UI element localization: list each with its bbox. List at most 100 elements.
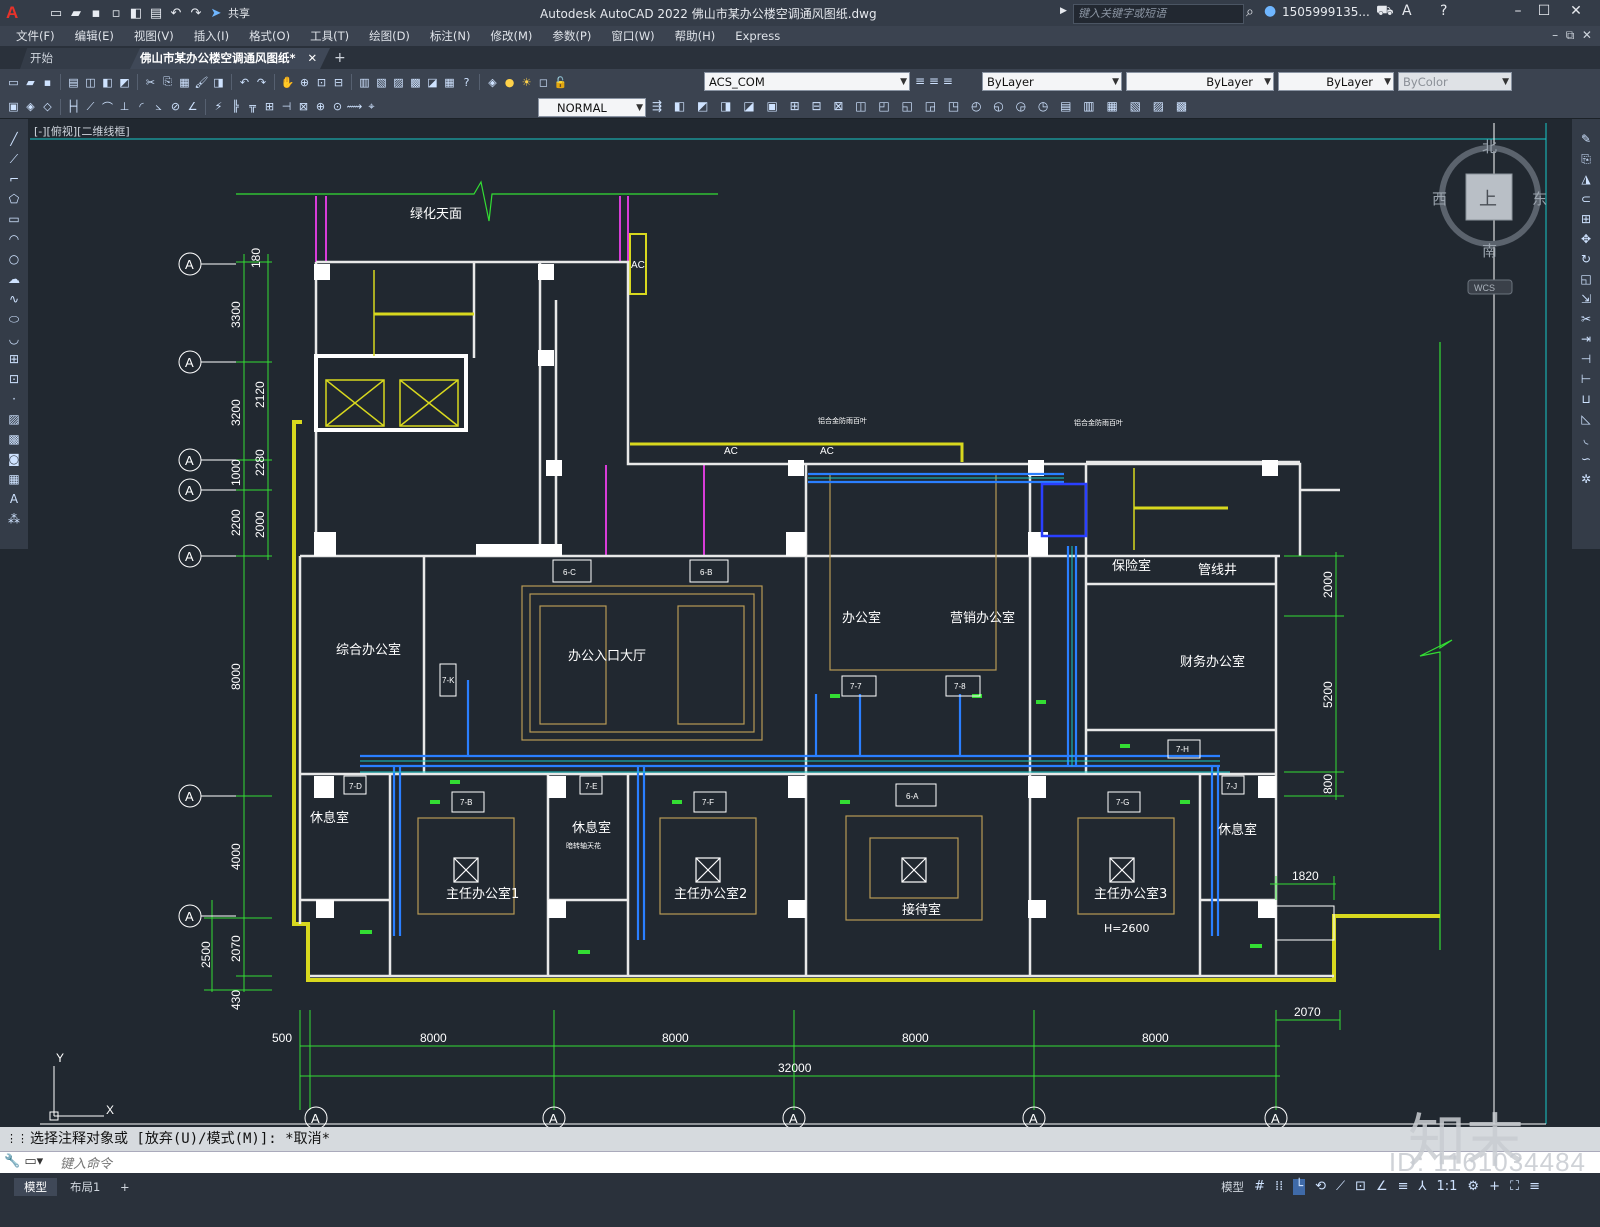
hatch-icon[interactable]: ▨ (6, 411, 22, 427)
menu-parameter[interactable]: 参数(P) (542, 28, 601, 44)
tab-start[interactable]: 开始 (20, 48, 140, 69)
viewcube[interactable]: 上 北 南 西 东 WCS (1432, 138, 1547, 295)
search-icon[interactable]: ⌕ (1246, 4, 1254, 20)
viewport-controls[interactable]: [-][俯视][二维线框] (34, 123, 130, 139)
command-input[interactable] (58, 1152, 1262, 1174)
ellipse-icon[interactable]: ⬭ (6, 311, 22, 327)
annotation-visibility-icon[interactable]: ⅄ (1419, 1179, 1427, 1195)
calculator-icon[interactable]: ▦ (442, 75, 457, 90)
spline-icon[interactable]: ∿ (6, 291, 22, 307)
layer-dropdown[interactable]: ACS_COM ▼ (704, 72, 910, 91)
layer-sun-icon[interactable]: ☀ (519, 75, 534, 90)
make-block-icon[interactable]: ⊡ (6, 371, 22, 387)
add-selected-icon[interactable]: ⁂ (6, 511, 22, 527)
rotate-icon[interactable]: ↻ (1578, 251, 1594, 267)
dim-space-icon[interactable]: ⊞ (262, 99, 277, 114)
viewcube-south[interactable]: 南 (1482, 242, 1497, 260)
annotation-scale[interactable]: 1:1 (1437, 1179, 1458, 1195)
trim-icon[interactable]: ✂ (1578, 311, 1594, 327)
jogged-dim-icon[interactable]: ⦣ (151, 99, 166, 114)
center-mark-icon[interactable]: ⊕ (313, 99, 328, 114)
publish-icon[interactable]: ◧ (100, 75, 115, 90)
explode-icon[interactable]: ✲ (1578, 471, 1594, 487)
circle-icon[interactable]: ○ (6, 251, 22, 267)
linetype-dropdown[interactable]: ByLayer ▼ (1126, 72, 1274, 91)
menu-draw[interactable]: 绘图(D) (359, 28, 420, 44)
menu-window[interactable]: 窗口(W) (601, 28, 664, 44)
dim-edit-icon[interactable]: ⌖ (364, 99, 379, 114)
tab-drawing[interactable]: 佛山市某办公楼空调通风图纸* ✕ (130, 48, 330, 69)
polygon-icon[interactable]: ⬠ (6, 191, 22, 207)
rectangle-icon[interactable]: ▭ (6, 211, 22, 227)
share-label[interactable]: 共享 (228, 5, 250, 21)
model-space-button[interactable]: 模型 (1221, 1179, 1244, 1195)
move-icon[interactable]: ✥ (1578, 231, 1594, 247)
plot-icon[interactable]: ▤ (66, 75, 81, 90)
help-icon[interactable]: ? (1440, 3, 1447, 19)
command-line-grip-icon[interactable]: ⋮⋮ (6, 1127, 28, 1151)
layer-states-icon[interactable]: ◇ (40, 99, 55, 114)
zoom-previous-icon[interactable]: ⊟ (331, 75, 346, 90)
menu-tools[interactable]: 工具(T) (300, 28, 359, 44)
help-icon[interactable]: ? (459, 75, 474, 90)
plot-icon[interactable]: ▤ (148, 5, 164, 21)
plus-icon[interactable]: + (1489, 1179, 1500, 1195)
publish-icon[interactable]: ◧ (128, 5, 144, 21)
inspect-icon[interactable]: ⊙ (330, 99, 345, 114)
menu-format[interactable]: 格式(O) (239, 28, 300, 44)
cart-icon[interactable]: ⛟ (1376, 3, 1394, 21)
3d-print-icon[interactable]: ◩ (117, 75, 132, 90)
linear-dim-icon[interactable]: ├┤ (66, 99, 81, 114)
diameter-dim-icon[interactable]: ⊘ (168, 99, 183, 114)
open-icon[interactable]: ▰ (23, 75, 38, 90)
redo-icon[interactable]: ↷ (254, 75, 269, 90)
tab-layout1[interactable]: 布局1 (60, 1178, 110, 1196)
copy-icon[interactable]: ⎘ (1578, 151, 1594, 167)
clean-screen-icon[interactable]: ⛶ (1510, 1179, 1519, 1195)
tab-model[interactable]: 模型 (14, 1178, 57, 1196)
ortho-icon[interactable]: └ (1293, 1179, 1306, 1195)
otrack-icon[interactable]: ∠ (1376, 1179, 1388, 1195)
baseline-dim-icon[interactable]: ╠ (228, 99, 243, 114)
document-window-controls[interactable]: – ⧉ ✕ (1552, 28, 1592, 43)
wcs-menu[interactable]: WCS (1474, 283, 1495, 293)
new-tab-button[interactable]: + (334, 50, 346, 66)
new-icon[interactable]: ▭ (48, 5, 64, 21)
save-icon[interactable]: ▪ (88, 5, 104, 21)
chamfer-icon[interactable]: ◺ (1578, 411, 1594, 427)
maximize-icon[interactable]: ☐ (1533, 3, 1555, 19)
autodesk-app-icon[interactable]: A (1402, 3, 1412, 19)
array-icon[interactable]: ⊞ (1578, 211, 1594, 227)
arc-length-icon[interactable]: ⌒ (100, 99, 115, 114)
jogged-linear-icon[interactable]: ⟿ (347, 99, 363, 114)
undo-icon[interactable]: ↶ (237, 75, 252, 90)
snap-icon[interactable]: ⁞⁞ (1275, 1179, 1283, 1195)
polar-icon[interactable]: ⟲ (1315, 1179, 1326, 1195)
search-input[interactable]: 键入关键字或短语 (1073, 4, 1244, 24)
zoom-realtime-icon[interactable]: ⊕ (297, 75, 312, 90)
cut-icon[interactable]: ✂ (143, 75, 158, 90)
menu-dimension[interactable]: 标注(N) (420, 28, 481, 44)
continue-dim-icon[interactable]: ╦ (245, 99, 260, 114)
zoom-window-icon[interactable]: ⊡ (314, 75, 329, 90)
layer-bulb-icon[interactable]: ● (502, 75, 517, 90)
quick-dim-icon[interactable]: ⚡ (211, 99, 226, 114)
region-icon[interactable]: ◙ (6, 451, 22, 467)
mirror-icon[interactable]: ◮ (1578, 171, 1594, 187)
arc-icon[interactable]: ◠ (6, 231, 22, 247)
command-customize-icon[interactable]: 🔧 ▭▾ (4, 1154, 43, 1169)
menu-insert[interactable]: 插入(I) (184, 28, 239, 44)
gradient-icon[interactable]: ▩ (6, 431, 22, 447)
radius-dim-icon[interactable]: ◜ (134, 99, 149, 114)
viewcube-west[interactable]: 西 (1432, 190, 1447, 208)
layer-properties-icon[interactable]: ◈ (485, 75, 500, 90)
match-properties-icon[interactable]: 🖌 (194, 75, 209, 90)
aligned-dim-icon[interactable]: ⟋ (83, 99, 98, 114)
menu-help[interactable]: 帮助(H) (665, 28, 726, 44)
menu-modify[interactable]: 修改(M) (481, 28, 543, 44)
autocad-logo-icon[interactable]: A (6, 3, 18, 23)
qnew-icon[interactable]: ▭ (6, 75, 21, 90)
drawing-canvas[interactable]: 6-C 6-B 7-7 7-8 7-B 7-D 7-E 6-A 7-F 7-G … (28, 119, 1572, 1129)
polyline-icon[interactable]: ⌐ (6, 171, 22, 187)
layer-icon[interactable]: ◈ (23, 99, 38, 114)
